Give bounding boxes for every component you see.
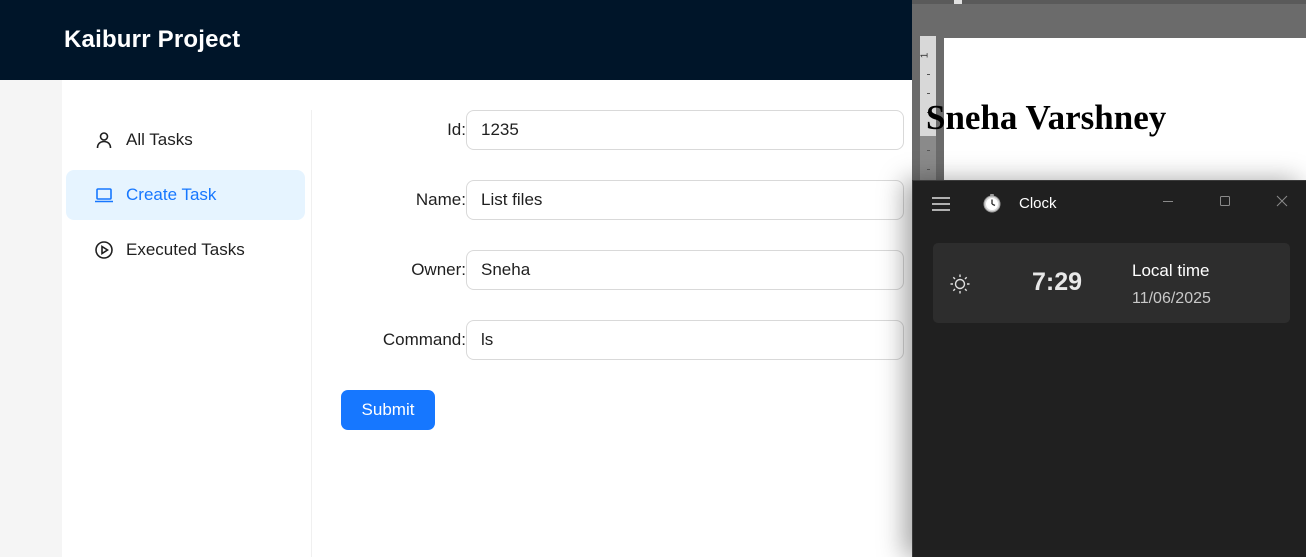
sidebar-item-create-task[interactable]: Create Task bbox=[66, 170, 305, 220]
sidebar-item-all-tasks[interactable]: All Tasks bbox=[66, 115, 305, 165]
sidebar-item-label: Create Task bbox=[126, 185, 217, 204]
close-icon[interactable] bbox=[1265, 187, 1299, 215]
clock-app-icon bbox=[982, 193, 1002, 213]
sidebar-menu: All Tasks Create Task Executed Tasks bbox=[62, 110, 312, 557]
owner-field[interactable] bbox=[466, 250, 904, 290]
command-field[interactable] bbox=[466, 320, 904, 360]
form-row-owner: Owner: bbox=[342, 250, 912, 290]
word-document-window: 1 Sneha Varshney bbox=[912, 0, 1306, 180]
sidebar-item-label: All Tasks bbox=[126, 130, 193, 149]
user-icon bbox=[94, 130, 114, 150]
time-date: 11/06/2025 bbox=[1132, 290, 1211, 307]
name-field[interactable] bbox=[466, 180, 904, 220]
indent-marker[interactable] bbox=[954, 0, 962, 4]
time-label: Local time bbox=[1132, 261, 1210, 280]
form-row-command: Command: bbox=[342, 320, 912, 360]
sidebar-item-executed-tasks[interactable]: Executed Tasks bbox=[66, 225, 305, 275]
owner-label: Owner: bbox=[411, 260, 466, 279]
clock-window-title: Clock bbox=[1019, 195, 1057, 212]
clock-app-window: Clock 7:29 Local time 11/06/2025 bbox=[912, 180, 1306, 557]
time-value: 7:29 bbox=[1032, 268, 1083, 296]
clock-titlebar: Clock bbox=[913, 181, 1306, 227]
form-row-id: Id: bbox=[342, 110, 912, 150]
ruler-tick bbox=[927, 169, 930, 170]
ruler-tick bbox=[927, 150, 930, 151]
form-row-name: Name: bbox=[342, 180, 912, 220]
ruler-tick bbox=[927, 93, 930, 94]
app-header: Kaiburr Project bbox=[0, 0, 912, 80]
ruler-tick bbox=[927, 74, 930, 75]
laptop-icon bbox=[94, 185, 114, 205]
app-title: Kaiburr Project bbox=[64, 26, 241, 53]
play-circle-icon bbox=[94, 240, 114, 260]
app-content: All Tasks Create Task Executed Tasks Id:… bbox=[62, 80, 912, 557]
maximize-icon[interactable] bbox=[1208, 187, 1242, 215]
command-label: Command: bbox=[382, 330, 466, 349]
sidebar-item-label: Executed Tasks bbox=[126, 240, 245, 259]
kaiburr-app-window: Kaiburr Project All Tasks Create Task Ex… bbox=[0, 0, 912, 557]
horizontal-ruler bbox=[912, 0, 1306, 4]
document-heading: Sneha Varshney bbox=[926, 98, 1167, 137]
minimize-icon[interactable] bbox=[1151, 187, 1185, 215]
id-field[interactable] bbox=[466, 110, 904, 150]
hamburger-menu-icon[interactable] bbox=[931, 196, 951, 212]
name-label: Name: bbox=[415, 190, 466, 209]
id-label: Id: bbox=[447, 120, 466, 139]
ruler-number: 1 bbox=[919, 52, 931, 59]
submit-button[interactable]: Submit bbox=[341, 390, 435, 430]
local-time-card[interactable]: 7:29 Local time 11/06/2025 bbox=[933, 243, 1290, 323]
sun-icon bbox=[949, 273, 971, 295]
